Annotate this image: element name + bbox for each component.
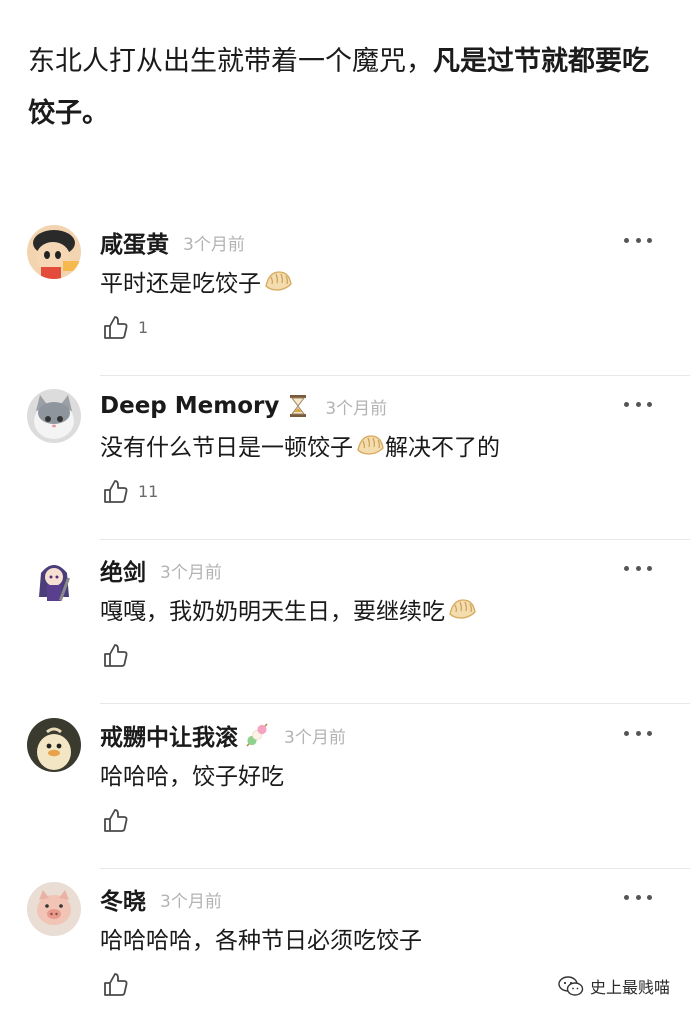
comment-item: 咸蛋黄 3个月前 平时还是吃饺子 1: [0, 212, 690, 376]
comment-time: 3个月前: [183, 234, 245, 255]
comment-text: 嘎嘎，我奶奶明天生日，要继续吃: [100, 592, 477, 626]
comment-text: 哈哈哈哈，各种节日必须吃饺子: [100, 921, 422, 955]
watermark: 史上最贱喵: [558, 974, 670, 998]
like-button[interactable]: [102, 640, 138, 670]
dango-icon: [244, 722, 270, 748]
comment-time: 3个月前: [284, 727, 346, 748]
thumbs-up-icon: [104, 643, 128, 667]
more-dots-icon[interactable]: [624, 723, 652, 743]
like-count: 1: [138, 317, 149, 337]
comment-author-name[interactable]: 咸蛋黄: [100, 225, 169, 259]
divider: [100, 703, 690, 704]
like-button[interactable]: 11: [102, 476, 158, 506]
wechat-logo-icon: [558, 976, 584, 996]
duck-avatar[interactable]: [27, 718, 81, 772]
comment-text-main: 平时还是吃饺子: [100, 271, 261, 297]
hourglass-icon: [285, 393, 311, 419]
thumbs-up-icon: [104, 315, 128, 339]
comment-author-name[interactable]: 戒嬲中让我滚: [100, 718, 238, 752]
comment-text: 哈哈哈，饺子好吃: [100, 757, 284, 791]
like-count: 11: [138, 481, 159, 501]
watermark-text: 史上最贱喵: [589, 978, 670, 997]
comment-text: 没有什么节日是一顿饺子 解决不了的: [100, 428, 500, 462]
post-text: 东北人打从出生就带着一个魔咒，凡是过节就都要吃饺子。: [28, 36, 668, 140]
comment-text: 平时还是吃饺子: [100, 264, 293, 298]
comment-text-tail: 解决不了的: [385, 435, 500, 461]
dumpling-emoji: [263, 268, 293, 294]
more-dots-icon[interactable]: [624, 394, 652, 414]
more-dots-icon[interactable]: [624, 887, 652, 907]
cat-avatar[interactable]: [27, 389, 81, 443]
comment-time: 3个月前: [160, 891, 222, 912]
comment-text-main: 没有什么节日是一顿饺子: [100, 435, 353, 461]
comment-text-main: 嘎嘎，我奶奶明天生日，要继续吃: [100, 599, 445, 625]
thumbs-up-icon: [104, 972, 128, 996]
anime-girl-avatar[interactable]: [27, 553, 81, 607]
comment-author-name[interactable]: 绝剑: [100, 553, 146, 587]
like-button[interactable]: 1: [102, 312, 148, 342]
comment-text-main: 哈哈哈哈，各种节日必须吃饺子: [100, 928, 422, 954]
more-dots-icon[interactable]: [624, 230, 652, 250]
like-button[interactable]: [102, 969, 138, 999]
comment-time: 3个月前: [160, 562, 222, 583]
comment-item: Deep Memory 3个月前 没有什么节日是一顿饺子 解决不了的 11: [0, 376, 690, 540]
dumpling-emoji: [447, 596, 477, 622]
comment-author-name[interactable]: Deep Memory: [100, 393, 279, 419]
comment-time: 3个月前: [325, 398, 388, 419]
post-text-normal: 东北人打从出生就带着一个魔咒，: [28, 46, 433, 77]
dumpling-emoji: [355, 432, 385, 458]
cartoon-boy-avatar[interactable]: [27, 225, 81, 279]
comment-author-name[interactable]: 冬晓: [100, 882, 146, 916]
comment-item: 冬晓 3个月前 哈哈哈哈，各种节日必须吃饺子: [0, 869, 690, 1033]
thumbs-up-icon: [104, 479, 128, 503]
thumbs-up-icon: [104, 808, 128, 832]
comment-item: 戒嬲中让我滚 3个月前 哈哈哈，饺子好吃: [0, 705, 690, 869]
more-dots-icon[interactable]: [624, 558, 652, 578]
comment-item: 绝剑 3个月前 嘎嘎，我奶奶明天生日，要继续吃: [0, 540, 690, 704]
pig-avatar[interactable]: [27, 882, 81, 936]
comment-text-main: 哈哈哈，饺子好吃: [100, 764, 284, 790]
like-button[interactable]: [102, 805, 138, 835]
